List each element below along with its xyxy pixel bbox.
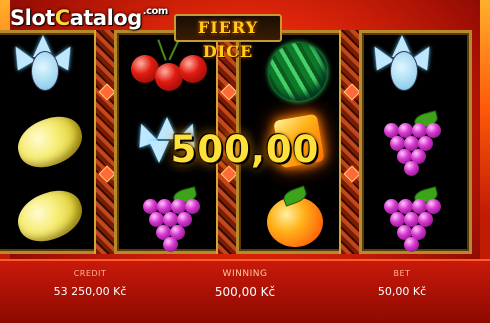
bet-field: BET 50,00 Kč bbox=[342, 269, 462, 298]
bet-label: BET bbox=[393, 269, 411, 278]
grapes-symbol bbox=[370, 186, 460, 252]
ice-queen-symbol bbox=[365, 35, 460, 99]
winning-field: WINNING 500,00 Kč bbox=[185, 269, 305, 299]
ice-queen-symbol bbox=[6, 35, 101, 99]
watermark-logo: SlotCatalog.com bbox=[10, 6, 168, 30]
credit-field: CREDIT 53 250,00 Kč bbox=[30, 269, 150, 298]
orange-symbol bbox=[245, 185, 335, 249]
game-title-logo: FIERY DICE bbox=[174, 14, 282, 61]
win-amount-overlay: 500,00 bbox=[170, 128, 320, 171]
credit-value: 53 250,00 Kč bbox=[53, 285, 127, 298]
credit-label: CREDIT bbox=[73, 269, 107, 278]
winning-label: WINNING bbox=[222, 269, 268, 279]
game-stage: SlotCatalog.com FIERY DICE 500,00 CREDIT… bbox=[0, 0, 490, 323]
grapes-symbol bbox=[129, 186, 219, 252]
bet-value: 50,00 Kč bbox=[377, 285, 427, 298]
winning-value: 500,00 Kč bbox=[214, 285, 276, 299]
lemon-symbol bbox=[9, 183, 99, 249]
watermelon-symbol bbox=[245, 39, 335, 101]
cherries-symbol bbox=[125, 39, 215, 99]
status-bar: CREDIT 53 250,00 Kč WINNING 500,00 Kč BE… bbox=[0, 259, 490, 323]
